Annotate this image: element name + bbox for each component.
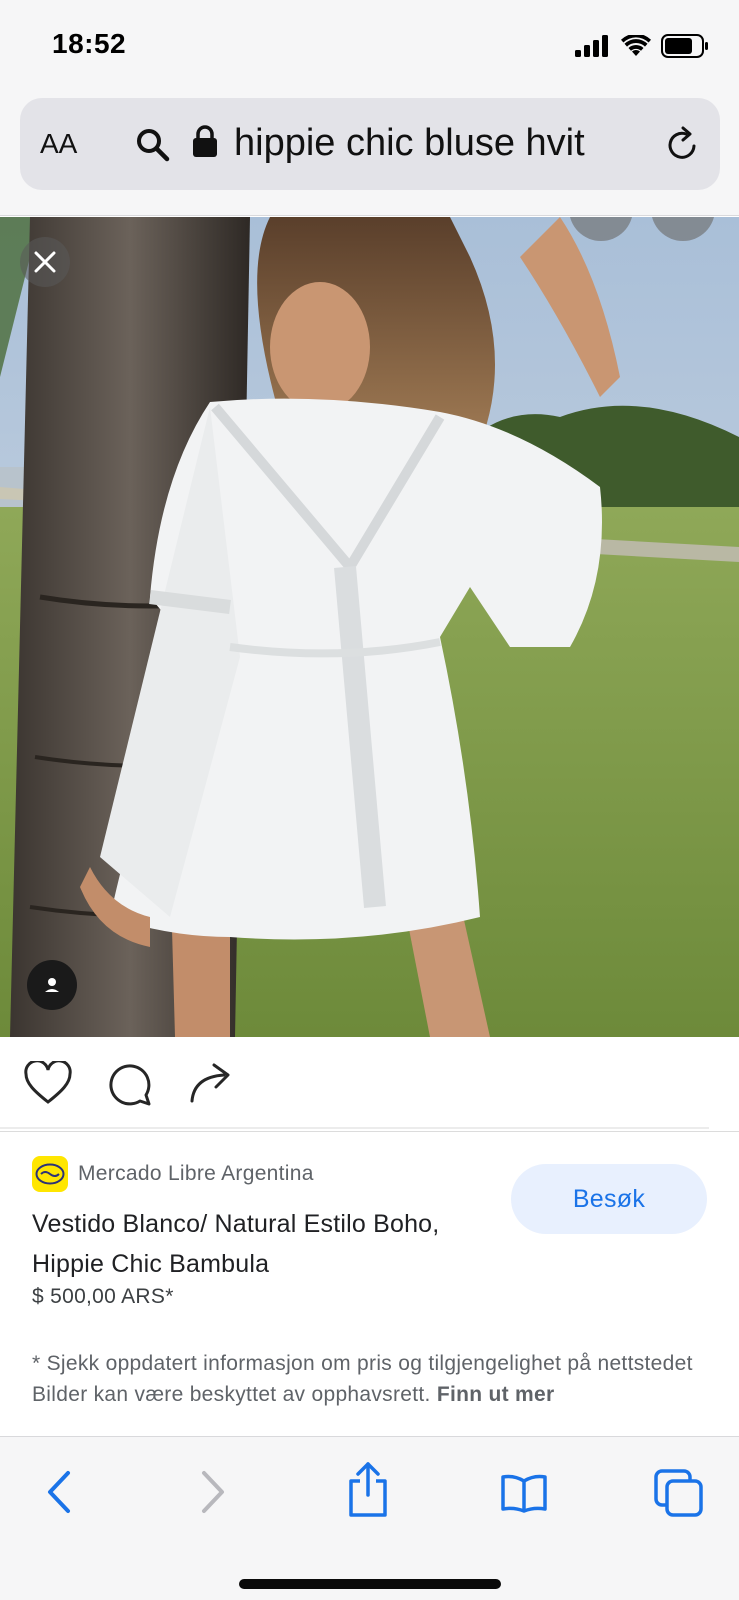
url-text[interactable]: hippie chic bluse hvit — [234, 122, 585, 165]
save-image-button[interactable] — [651, 217, 715, 241]
product-title[interactable]: Vestido Blanco/ Natural Estilo Boho, Hip… — [32, 1204, 472, 1284]
fullscreen-button[interactable] — [569, 217, 633, 241]
close-icon — [34, 251, 56, 273]
status-icons — [575, 34, 709, 58]
close-button[interactable] — [20, 237, 70, 287]
status-bar: 18:52 — [0, 0, 739, 90]
battery-icon — [661, 34, 708, 58]
person-icon — [45, 978, 59, 992]
product-price: $ 500,00 ARS* — [32, 1285, 174, 1308]
status-time: 18:52 — [52, 28, 127, 59]
result-info: Mercado Libre Argentina Vestido Blanco/ … — [0, 1131, 739, 1436]
wifi-icon — [621, 35, 651, 56]
disclaimer-text: * Sjekk oppdatert informasjon om pris og… — [32, 1352, 693, 1406]
browser-toolbar — [0, 1436, 739, 1600]
cellular-signal-icon — [575, 35, 608, 57]
back-icon[interactable] — [44, 1469, 74, 1515]
search-icon — [137, 129, 170, 162]
heart-icon[interactable] — [24, 1061, 72, 1105]
top-action-circles — [569, 217, 715, 241]
product-photo — [0, 217, 739, 1037]
bookmarks-icon[interactable] — [500, 1473, 548, 1513]
browser-top-bar: AA hippie chic bluse hvit — [0, 90, 739, 216]
divider — [0, 1127, 709, 1129]
lock-icon — [193, 125, 217, 157]
share-icon[interactable] — [346, 1461, 390, 1517]
source-logo — [32, 1156, 68, 1192]
share-arrow-icon[interactable] — [188, 1061, 234, 1105]
text-size-button[interactable]: AA — [40, 128, 77, 160]
handshake-icon — [35, 1163, 65, 1185]
comment-icon[interactable] — [106, 1061, 152, 1107]
more-info-link[interactable]: Finn ut mer — [437, 1383, 555, 1406]
home-indicator[interactable] — [239, 1579, 501, 1589]
tabs-icon[interactable] — [654, 1469, 704, 1517]
product-image[interactable] — [0, 217, 739, 1037]
visit-button[interactable]: Besøk — [511, 1164, 707, 1234]
text-size-label: AA — [40, 128, 78, 159]
source-name: Mercado Libre Argentina — [78, 1162, 314, 1185]
disclaimer: * Sjekk oppdatert informasjon om pris og… — [32, 1348, 712, 1410]
source-row[interactable]: Mercado Libre Argentina — [32, 1156, 314, 1192]
social-actions — [0, 1037, 739, 1129]
forward-icon[interactable] — [198, 1469, 228, 1515]
address-bar[interactable]: AA hippie chic bluse hvit — [20, 98, 720, 190]
reload-icon[interactable] — [666, 126, 700, 162]
people-in-image-button[interactable] — [27, 960, 77, 1010]
